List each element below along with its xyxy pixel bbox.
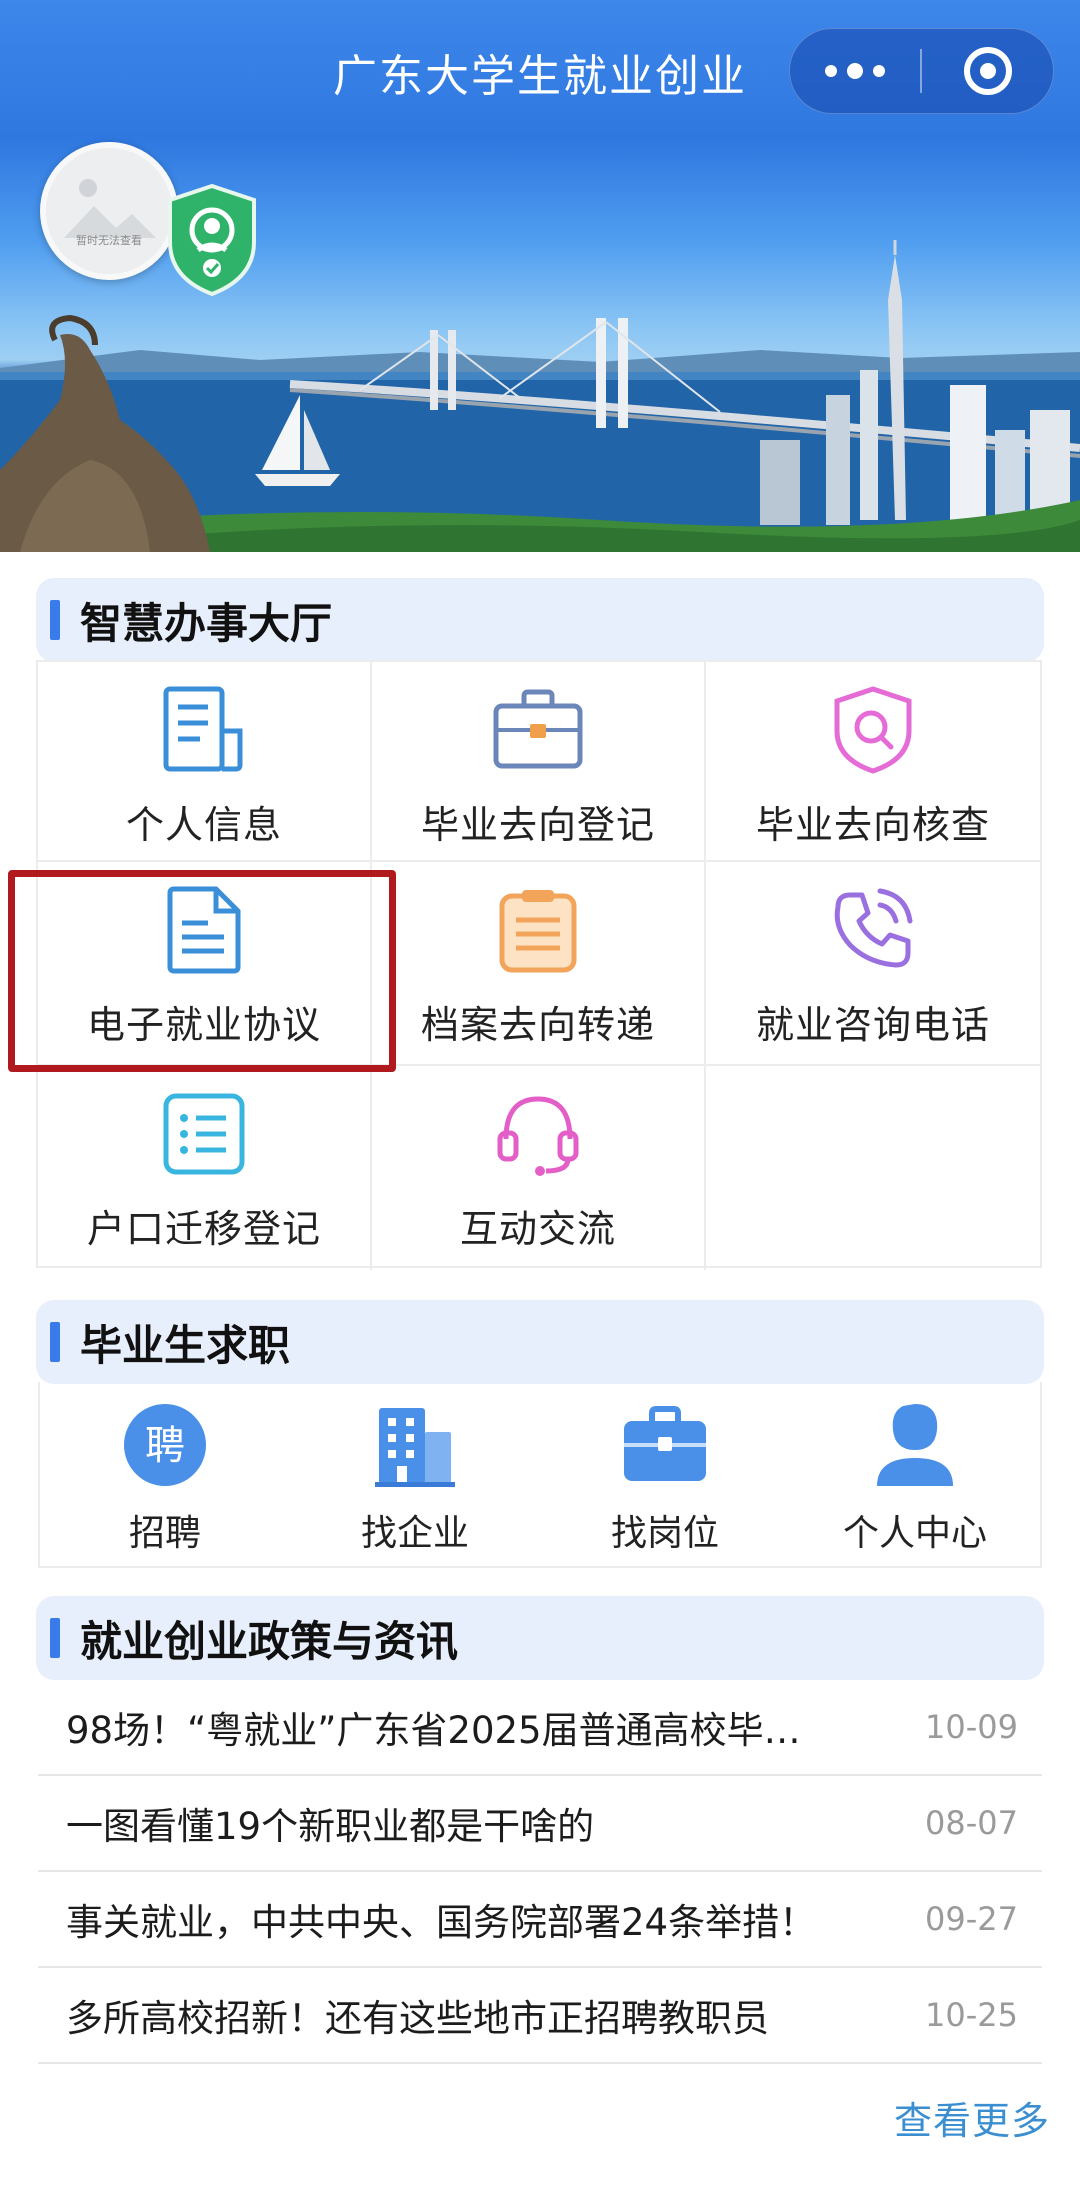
news-title: 多所高校招新！还有这些地市正招聘教职员 [66, 1997, 769, 2040]
service-personal-info[interactable]: 个人信息 [38, 662, 372, 862]
mini-program-capsule [789, 28, 1054, 114]
service-graduation-destination-verify[interactable]: 毕业去向核查 [706, 662, 1040, 862]
service-label: 毕业去向核查 [755, 803, 990, 847]
target-icon [963, 47, 1012, 95]
section-accent-bar [50, 600, 60, 640]
dot-icon [873, 65, 885, 77]
news-title: 事关就业，中共中央、国务院部署24条举措！ [66, 1901, 817, 1944]
briefcase-icon [493, 689, 583, 769]
service-label: 个人信息 [125, 803, 282, 847]
verified-shield-icon [168, 183, 256, 297]
service-label: 毕业去向登记 [420, 803, 655, 847]
service-label: 就业咨询电话 [755, 1003, 990, 1047]
service-graduation-destination-register[interactable]: 毕业去向登记 [372, 662, 706, 862]
section-title: 智慧办事大厅 [80, 598, 333, 648]
list-icon [163, 1093, 245, 1175]
recruit-icon: 聘 [124, 1404, 206, 1486]
news-list: 98场！“粤就业”广东省2025届普通高校毕… 10-09 一图看懂19个新职业… [38, 1680, 1042, 2064]
service-label: 户口迁移登记 [86, 1207, 321, 1251]
service-grid: 个人信息 毕业去向登记 毕业去向核查 电子就业协议 档案去向转递 就业咨询电话 … [36, 660, 1042, 1270]
job-label: 招聘 [128, 1513, 201, 1554]
user-icon [877, 1404, 953, 1486]
headset-icon [497, 1096, 579, 1176]
news-title: 98场！“粤就业”广东省2025届普通高校毕… [66, 1709, 801, 1752]
empty-cell [706, 1066, 1040, 1270]
job-personal-center[interactable]: 个人中心 [790, 1382, 1040, 1566]
job-recruit[interactable]: 聘 招聘 [40, 1382, 290, 1566]
news-item[interactable]: 一图看懂19个新职业都是干啥的 08-07 [38, 1776, 1042, 1872]
news-date: 10-09 [925, 1708, 1018, 1746]
dot-icon [847, 63, 863, 79]
section-header-news: 就业创业政策与资讯 [36, 1596, 1044, 1680]
avatar-caption: 暂时无法查看 [76, 234, 142, 247]
news-item[interactable]: 98场！“粤就业”广东省2025届普通高校毕… 10-09 [38, 1680, 1042, 1776]
section-accent-bar [50, 1618, 60, 1658]
job-label: 找企业 [360, 1513, 469, 1554]
news-item[interactable]: 多所高校招新！还有这些地市正招聘教职员 10-25 [38, 1968, 1042, 2064]
dot-icon [825, 65, 837, 77]
job-seeking-grid: 聘 招聘 找企业 找岗位 个人中心 [38, 1382, 1042, 1568]
news-title: 一图看懂19个新职业都是干啥的 [66, 1805, 595, 1848]
section-accent-bar [50, 1322, 60, 1362]
service-label: 档案去向转递 [420, 1003, 655, 1047]
service-employment-consult-phone[interactable]: 就业咨询电话 [706, 862, 1040, 1066]
service-interactive-communication[interactable]: 互动交流 [372, 1066, 706, 1270]
file-text-icon [167, 886, 241, 974]
section-header-service-hall: 智慧办事大厅 [36, 578, 1044, 662]
header-banner: 广东大学生就业创业 暂时无法查看 [0, 0, 1080, 552]
document-icon [163, 686, 243, 772]
building-icon [375, 1408, 455, 1487]
news-item[interactable]: 事关就业，中共中央、国务院部署24条举措！ 09-27 [38, 1872, 1042, 1968]
image-placeholder-icon [46, 148, 172, 274]
more-options-button[interactable] [790, 28, 920, 114]
job-label: 个人中心 [842, 1513, 987, 1554]
section-title: 就业创业政策与资讯 [80, 1616, 459, 1666]
section-header-job-seeking: 毕业生求职 [36, 1300, 1044, 1384]
close-mini-program-button[interactable] [922, 28, 1053, 114]
job-label: 找岗位 [610, 1513, 719, 1554]
service-label: 互动交流 [459, 1207, 616, 1251]
service-electronic-employment-agreement[interactable]: 电子就业协议 [38, 862, 372, 1066]
shield-search-icon [834, 686, 912, 774]
view-more-link[interactable]: 查看更多 [894, 2090, 1050, 2145]
avatar[interactable]: 暂时无法查看 [40, 142, 178, 280]
news-date: 08-07 [925, 1804, 1018, 1842]
news-date: 09-27 [925, 1900, 1018, 1938]
job-find-position[interactable]: 找岗位 [540, 1382, 790, 1566]
service-label: 电子就业协议 [86, 1003, 321, 1047]
section-title: 毕业生求职 [80, 1320, 291, 1370]
service-archive-transfer[interactable]: 档案去向转递 [372, 862, 706, 1066]
news-date: 10-25 [925, 1996, 1018, 2034]
phone-icon [834, 888, 913, 968]
service-household-migration-register[interactable]: 户口迁移登记 [38, 1066, 372, 1270]
briefcase-icon [624, 1406, 706, 1481]
clipboard-icon [499, 890, 577, 973]
job-find-company[interactable]: 找企业 [290, 1382, 540, 1566]
recruit-glyph: 聘 [145, 1423, 185, 1469]
